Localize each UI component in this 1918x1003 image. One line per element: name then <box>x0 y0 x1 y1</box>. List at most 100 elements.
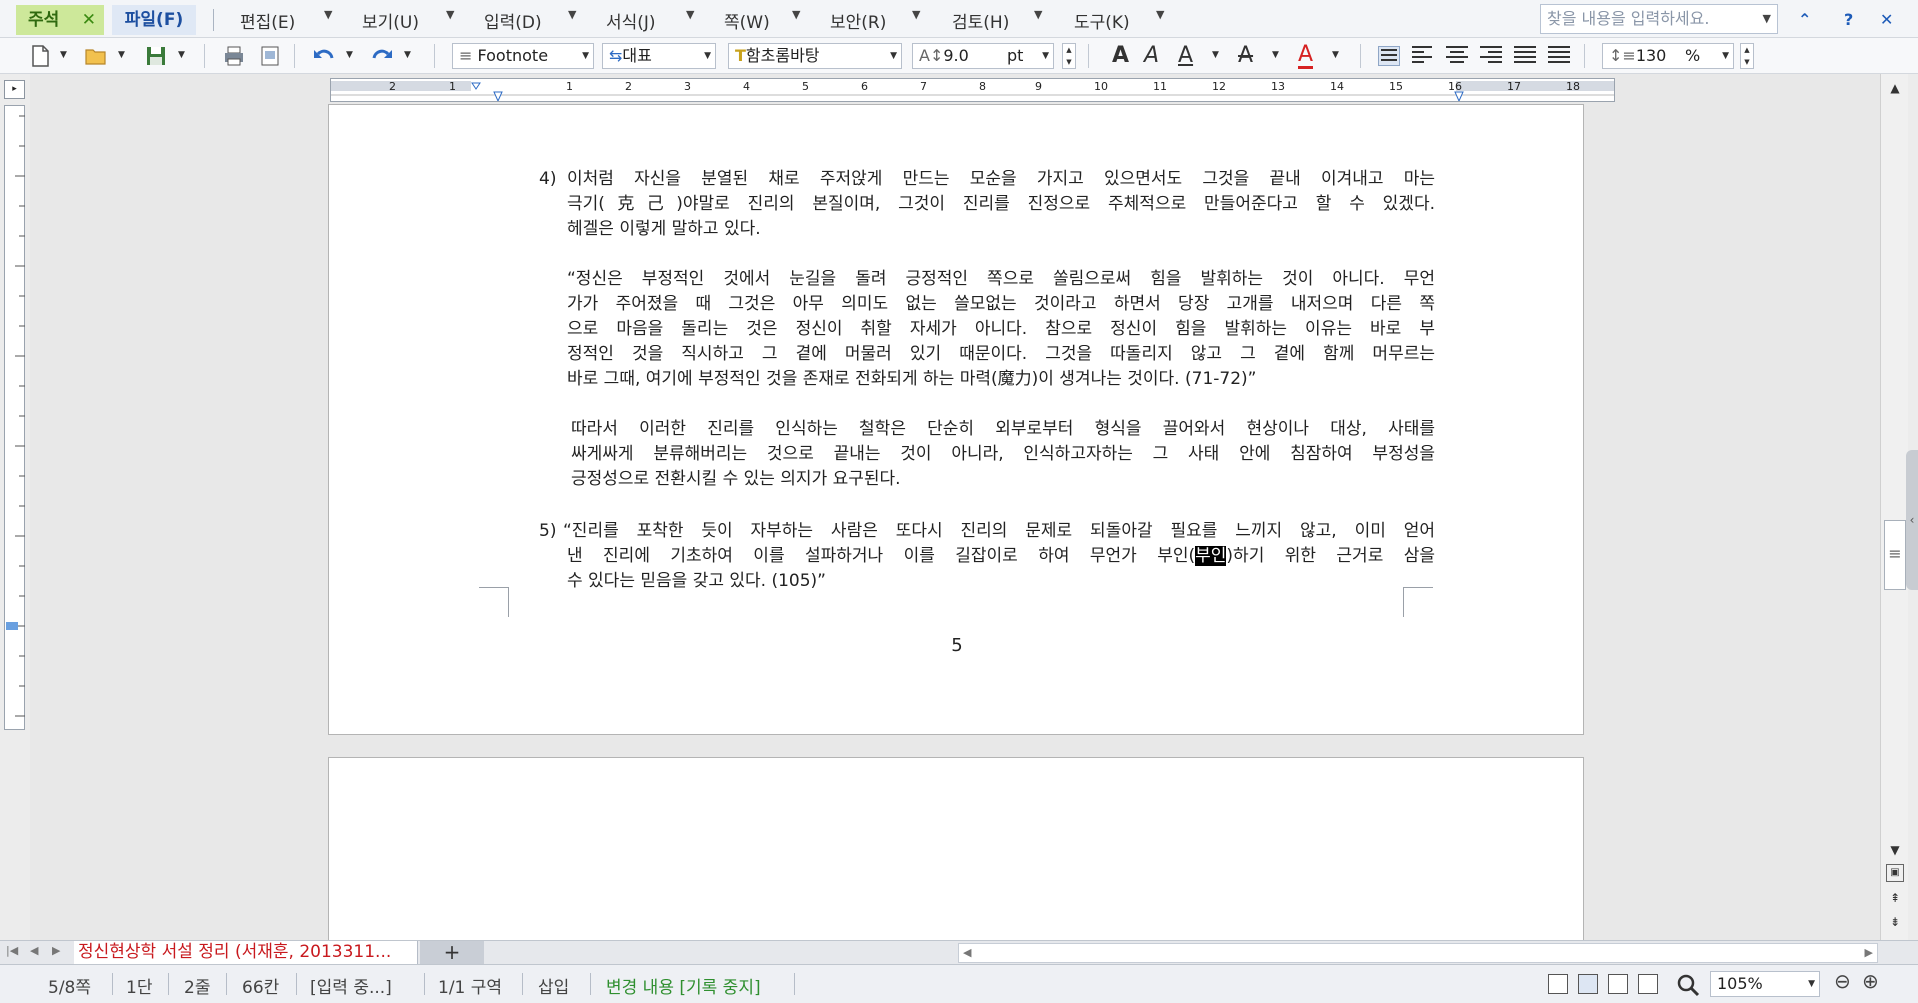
chevron-down-icon[interactable]: ▼ <box>1808 972 1815 996</box>
chevron-down-icon[interactable]: ▼ <box>346 50 353 60</box>
horizontal-ruler[interactable]: 2 1 1 2 3 4 5 6 7 8 9 10 11 12 13 14 15 … <box>330 78 1615 102</box>
menu-edit[interactable]: 편집(E) <box>240 8 295 33</box>
chevron-down-icon[interactable]: ▼ <box>404 50 411 60</box>
chevron-down-icon[interactable]: ▼ <box>568 8 576 21</box>
status-track-changes[interactable]: 변경 내용 [기록 중지] <box>606 973 761 998</box>
align-left-icon[interactable] <box>1412 46 1434 66</box>
align-center-icon[interactable] <box>1446 46 1468 66</box>
chevron-down-icon[interactable]: ▼ <box>1272 50 1279 60</box>
vertical-scrollbar[interactable]: ▲ ≡ ▼ ▣ ⇞ ⇟ <box>1880 74 1908 940</box>
first-tab-icon[interactable]: |◀ <box>6 944 18 957</box>
paragraph-style-icon: ≡ <box>459 46 478 65</box>
chevron-down-icon[interactable]: ▼ <box>1212 50 1219 60</box>
memo-tab-label: 주석 <box>28 10 60 30</box>
chevron-down-icon[interactable]: ▼ <box>912 8 920 21</box>
chevron-down-icon[interactable]: ▼ <box>704 44 711 68</box>
scroll-left-icon[interactable]: ◀ <box>963 946 971 959</box>
menu-security[interactable]: 보안(R) <box>830 8 886 33</box>
chevron-down-icon[interactable]: ▼ <box>1332 50 1339 60</box>
menu-input[interactable]: 입력(D) <box>484 8 542 33</box>
open-folder-icon[interactable] <box>84 44 108 68</box>
add-tab-button[interactable]: + <box>420 941 484 965</box>
chevron-down-icon[interactable]: ▼ <box>1722 44 1729 68</box>
help-icon[interactable]: ? <box>1844 10 1853 29</box>
style-select[interactable]: ≡ Footnote ▼ <box>452 43 594 69</box>
document-page-next[interactable] <box>328 757 1584 940</box>
italic-icon[interactable]: A <box>1144 44 1159 68</box>
ribbon-collapse-icon[interactable]: ⌃ <box>1798 10 1811 29</box>
close-icon[interactable]: ✕ <box>1880 10 1893 29</box>
print-preview-icon[interactable] <box>258 44 282 68</box>
zoom-icon[interactable] <box>1676 973 1700 997</box>
scroll-down-icon[interactable]: ▼ <box>1884 840 1906 860</box>
line-spacing-select[interactable]: ↕≡130 % ▼ <box>1602 43 1734 69</box>
menu-view[interactable]: 보기(U) <box>362 8 419 33</box>
font-size-select[interactable]: A↕9.0 pt ▼ <box>912 43 1054 69</box>
scroll-right-icon[interactable]: ▶ <box>1865 946 1873 959</box>
chevron-down-icon[interactable]: ▼ <box>178 50 185 60</box>
line-spacing-stepper[interactable]: ▲ ▼ <box>1740 43 1754 69</box>
view-mode-icon[interactable] <box>1548 974 1568 994</box>
vertical-ruler[interactable] <box>4 105 25 730</box>
bold-icon[interactable]: A <box>1112 44 1129 68</box>
ruler-corner-button[interactable]: ▸ <box>4 80 25 99</box>
zoom-out-icon[interactable]: ⊖ <box>1834 969 1851 993</box>
chevron-down-icon[interactable]: ▼ <box>1156 8 1164 21</box>
chevron-down-icon[interactable]: ▼ <box>792 8 800 21</box>
font-color-icon[interactable]: A <box>1298 44 1314 69</box>
status-page[interactable]: 5/8쪽 <box>48 973 91 998</box>
next-tab-icon[interactable]: ▶ <box>52 944 60 957</box>
chevron-down-icon[interactable]: ▼ <box>890 44 897 68</box>
chevron-down-icon[interactable]: ▼ <box>1034 8 1042 21</box>
save-icon[interactable] <box>144 44 168 68</box>
split-distribute-icon[interactable] <box>1548 46 1570 66</box>
memo-tab[interactable]: 주석 ✕ <box>16 5 104 35</box>
menu-format[interactable]: 서식(J) <box>606 8 656 33</box>
scroll-up-icon[interactable]: ▲ <box>1884 78 1906 98</box>
document-viewport[interactable]: 2 1 1 2 3 4 5 6 7 8 9 10 11 12 13 14 15 … <box>30 74 1890 940</box>
next-page-icon[interactable]: ⇟ <box>1884 912 1906 932</box>
status-insert[interactable]: 삽입 <box>538 973 569 998</box>
document-page[interactable]: 4) 이처럼 자신을 분열된 채로 주저앉게 만드는 모순을 가지고 있으면서도… <box>328 104 1584 735</box>
page-layout-icon[interactable] <box>1578 974 1598 994</box>
language-select[interactable]: ⇆대표 ▼ <box>602 43 716 69</box>
undo-icon[interactable] <box>312 44 336 68</box>
scroll-thumb[interactable]: ≡ <box>1884 520 1906 590</box>
chevron-down-icon[interactable]: ▼ <box>1763 5 1771 33</box>
chevron-down-icon[interactable]: ▼ <box>60 50 67 60</box>
font-select[interactable]: T함초롬바탕 ▼ <box>728 43 902 69</box>
distribute-icon[interactable] <box>1514 46 1536 66</box>
previous-page-icon[interactable]: ⇞ <box>1884 888 1906 908</box>
align-justify-icon[interactable] <box>1378 46 1400 66</box>
line-spacing-value: 130 <box>1635 46 1667 65</box>
chevron-down-icon[interactable]: ▼ <box>324 8 332 21</box>
search-input[interactable]: 찾을 내용을 입력하세요. ▼ <box>1540 4 1778 34</box>
page-view-icon[interactable]: ▣ <box>1886 864 1904 882</box>
web-view-icon[interactable] <box>1638 974 1658 994</box>
chevron-down-icon[interactable]: ▼ <box>1042 44 1049 68</box>
align-right-icon[interactable] <box>1480 46 1502 66</box>
font-size-stepper[interactable]: ▲ ▼ <box>1062 43 1076 69</box>
chevron-down-icon[interactable]: ▼ <box>582 44 589 68</box>
menu-tools[interactable]: 도구(K) <box>1074 8 1130 33</box>
horizontal-scrollbar[interactable]: ◀ ▶ <box>958 943 1878 963</box>
file-menu[interactable]: 파일(F) <box>112 5 196 35</box>
strikethrough-icon[interactable]: A <box>1238 44 1253 68</box>
new-document-icon[interactable] <box>28 44 52 68</box>
redo-icon[interactable] <box>370 44 394 68</box>
chevron-down-icon[interactable]: ▼ <box>446 8 454 21</box>
close-icon[interactable]: ✕ <box>82 5 96 35</box>
print-icon[interactable] <box>222 44 246 68</box>
side-panel-handle-icon[interactable]: ‹ <box>1906 450 1918 590</box>
zoom-select[interactable]: 105% ▼ <box>1710 971 1820 997</box>
underline-icon[interactable]: A <box>1178 44 1193 68</box>
zoom-in-icon[interactable]: ⊕ <box>1862 969 1879 993</box>
document-tab[interactable]: 정신현상학 서설 정리 (서재훈, 2013311... <box>74 941 418 965</box>
chevron-down-icon[interactable]: ▼ <box>118 50 125 60</box>
chevron-down-icon[interactable]: ▼ <box>686 8 694 21</box>
menu-page[interactable]: 쪽(W) <box>724 8 770 33</box>
menu-review[interactable]: 검토(H) <box>952 8 1009 33</box>
selected-text[interactable]: 부인 <box>1195 546 1227 566</box>
draft-view-icon[interactable] <box>1608 974 1628 994</box>
previous-tab-icon[interactable]: ◀ <box>30 944 38 957</box>
